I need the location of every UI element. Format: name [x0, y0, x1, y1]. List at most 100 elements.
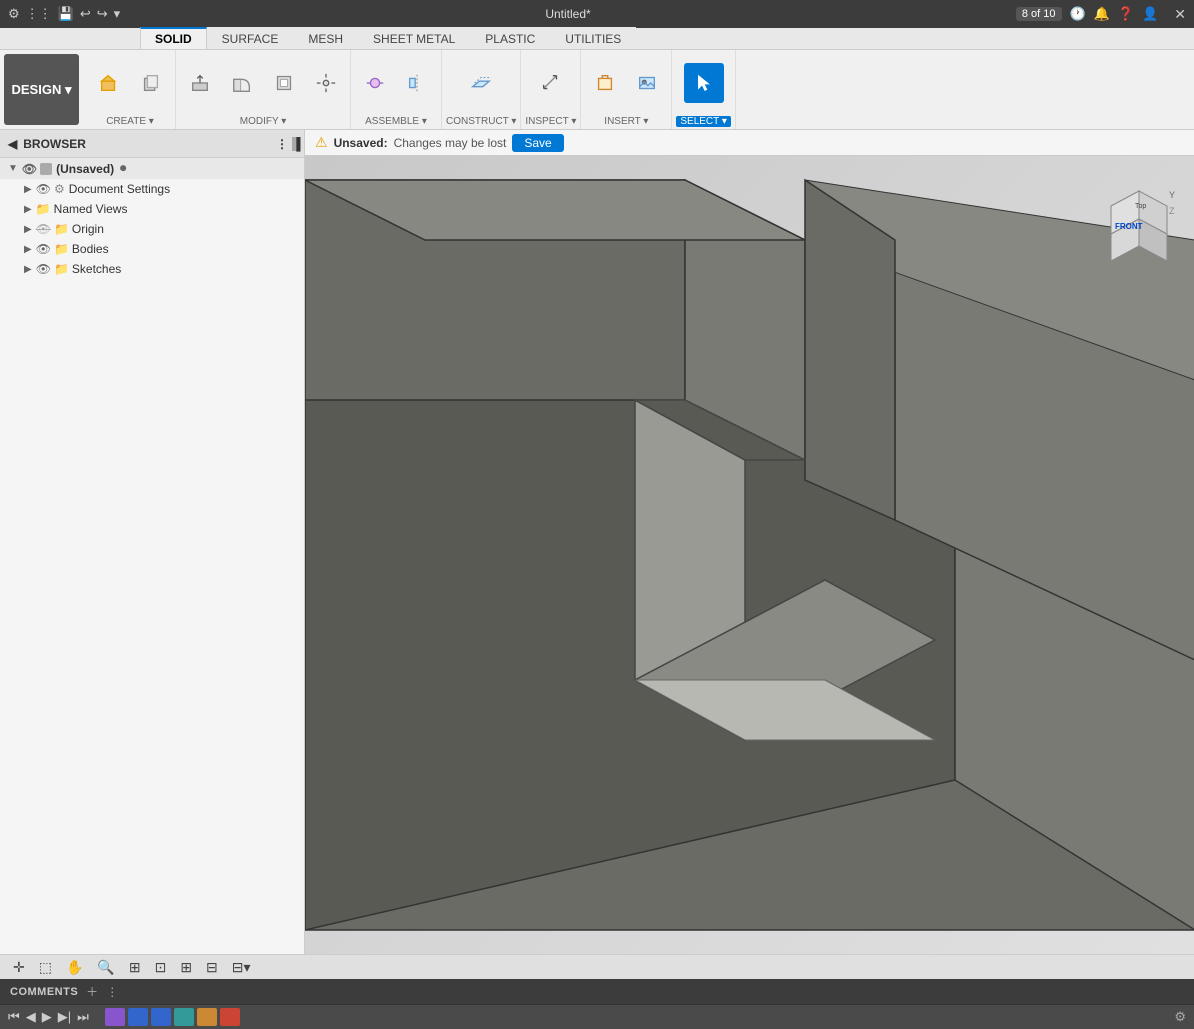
collapse-arrow-sketches: ▶: [24, 264, 32, 275]
clock-icon[interactable]: 🕐: [1070, 6, 1086, 22]
modify-group: MODIFY ▾: [176, 50, 351, 129]
measure-tool[interactable]: [531, 63, 571, 103]
doc-settings-label: Document Settings: [69, 182, 170, 196]
gear-icon: ⚙: [54, 182, 65, 196]
create-icons: [89, 52, 171, 114]
construct-label: CONSTRUCT ▾: [446, 116, 516, 127]
pan-btn[interactable]: ✋: [63, 959, 86, 976]
timeline-item-1[interactable]: [105, 1008, 125, 1026]
zoom-fit-btn[interactable]: ⊞: [126, 959, 144, 976]
insert-mcmaster-tool[interactable]: [585, 63, 625, 103]
app-menu-icon[interactable]: ⚙: [8, 6, 20, 22]
browser-header: ◀ BROWSER ⋮ ▐: [0, 130, 304, 158]
timeline-prev-btn[interactable]: ◀: [26, 1009, 36, 1025]
create-group: CREATE ▾: [85, 50, 176, 129]
record-icon[interactable]: ⏺: [120, 161, 126, 176]
timeline-item-2[interactable]: [128, 1008, 148, 1026]
press-pull-tool[interactable]: [180, 63, 220, 103]
save-icon[interactable]: 💾: [58, 6, 74, 22]
move-icon-btn[interactable]: ✛: [10, 959, 28, 976]
grid-icon[interactable]: ⋮⋮: [26, 6, 52, 22]
timeline-first-btn[interactable]: ⏮: [8, 1009, 20, 1025]
timeline-last-btn[interactable]: ⏭: [77, 1009, 89, 1025]
browser-item-origin[interactable]: ▶ 👁 📁 Origin: [0, 219, 304, 239]
visibility-icon-root[interactable]: 👁: [22, 162, 37, 176]
browser-item-doc-settings[interactable]: ▶ 👁 ⚙ Document Settings: [0, 179, 304, 199]
timeline-settings-btn[interactable]: ⚙: [1174, 1009, 1186, 1025]
comments-label: COMMENTS: [10, 986, 78, 998]
zoom-btn[interactable]: 🔍: [94, 959, 117, 976]
collapse-arrow-origin: ▶: [24, 224, 32, 235]
extrude-tool[interactable]: [89, 63, 129, 103]
new-component-tool[interactable]: [131, 63, 171, 103]
comments-settings-icon[interactable]: ⋮: [106, 985, 118, 999]
browser-item-named-views[interactable]: ▶ 📁 Named Views: [0, 199, 304, 219]
display-options-btn[interactable]: ⊟: [203, 959, 221, 976]
tab-surface[interactable]: SURFACE: [207, 27, 294, 49]
unsaved-label: Unsaved:: [334, 136, 388, 150]
timeline-next-btn[interactable]: ▶|: [58, 1009, 71, 1025]
main-toolbar: DESIGN ▾ CREATE ▾: [0, 50, 1194, 130]
modify-icons: [180, 52, 346, 114]
visibility-icon-sketches[interactable]: 👁: [36, 262, 51, 276]
help-icon[interactable]: ❓: [1118, 6, 1134, 22]
visibility-icon-origin[interactable]: 👁: [36, 222, 51, 236]
tab-solid[interactable]: SOLID: [140, 27, 207, 49]
section-analysis-btn[interactable]: ⊟▾: [229, 959, 254, 976]
view-options-btn[interactable]: ⊡: [152, 959, 170, 976]
create-label: CREATE ▾: [106, 116, 154, 127]
design-button[interactable]: DESIGN ▾: [4, 54, 79, 125]
timeline-item-3[interactable]: [151, 1008, 171, 1026]
tab-mesh[interactable]: MESH: [293, 27, 358, 49]
canvas-area[interactable]: Y Z FRONT Top: [305, 156, 1194, 954]
mirror-tool[interactable]: [397, 63, 437, 103]
tab-utilities[interactable]: UTILITIES: [550, 27, 636, 49]
offset-plane-tool[interactable]: [461, 63, 501, 103]
visibility-icon-settings[interactable]: 👁: [36, 182, 51, 196]
timeline-play-btn[interactable]: ▶: [42, 1009, 52, 1025]
browser-item-root[interactable]: ▼ 👁 (Unsaved) ⏺: [0, 158, 304, 179]
user-icon[interactable]: 👤: [1142, 6, 1158, 22]
tab-plastic[interactable]: PLASTIC: [470, 27, 550, 49]
timeline-bar: ⏮ ◀ ▶ ▶| ⏭ ⚙: [0, 1004, 1194, 1029]
visibility-icon-bodies[interactable]: 👁: [36, 242, 51, 256]
fillet-tool[interactable]: [222, 63, 262, 103]
titlebar-left: ⚙ ⋮⋮ 💾 ↩ ↪ ▾: [8, 6, 120, 22]
assemble-label: ASSEMBLE ▾: [365, 116, 427, 127]
box-select-btn[interactable]: ⬚: [36, 959, 55, 976]
browser-resize-handle[interactable]: ▐: [292, 137, 296, 151]
3d-model: [305, 156, 1194, 954]
select-group: SELECT ▾: [672, 50, 736, 129]
add-comment-icon[interactable]: ＋: [86, 983, 98, 1000]
browser-item-bodies[interactable]: ▶ 👁 📁 Bodies: [0, 239, 304, 259]
joint-tool[interactable]: [355, 63, 395, 103]
undo-icon[interactable]: ↩: [80, 6, 91, 22]
redo-icon[interactable]: ↪: [97, 6, 108, 22]
collapse-arrow-settings: ▶: [24, 184, 32, 195]
viewport[interactable]: ⚠ Unsaved: Changes may be lost Save: [305, 130, 1194, 954]
insert-image-tool[interactable]: [627, 63, 667, 103]
named-views-label: Named Views: [54, 202, 128, 216]
close-button[interactable]: ✕: [1174, 6, 1186, 23]
assemble-icons: [355, 52, 437, 114]
timeline-item-6[interactable]: [220, 1008, 240, 1026]
shell-tool[interactable]: [264, 63, 304, 103]
sketches-label: Sketches: [72, 262, 121, 276]
tab-sheet-metal[interactable]: SHEET METAL: [358, 27, 470, 49]
view-cube[interactable]: Y Z FRONT Top: [1099, 186, 1179, 266]
collapse-arrow-views: ▶: [24, 204, 32, 215]
move-tool[interactable]: [306, 63, 346, 103]
timeline-items: [105, 1008, 240, 1026]
browser-collapse-icon[interactable]: ◀: [8, 137, 17, 151]
svg-text:FRONT: FRONT: [1115, 222, 1143, 231]
timeline-item-4[interactable]: [174, 1008, 194, 1026]
browser-settings-icon[interactable]: ⋮: [276, 137, 288, 151]
save-button[interactable]: Save: [512, 134, 563, 152]
browser-item-sketches[interactable]: ▶ 👁 📁 Sketches: [0, 259, 304, 279]
titlebar-right: 8 of 10 🕐 🔔 ❓ 👤 ✕: [1016, 6, 1186, 23]
bell-icon[interactable]: 🔔: [1094, 6, 1110, 22]
select-tool[interactable]: [684, 63, 724, 103]
grid-toggle-btn[interactable]: ⊞: [177, 959, 195, 976]
timeline-item-5[interactable]: [197, 1008, 217, 1026]
unsaved-message: Changes may be lost: [394, 136, 507, 150]
